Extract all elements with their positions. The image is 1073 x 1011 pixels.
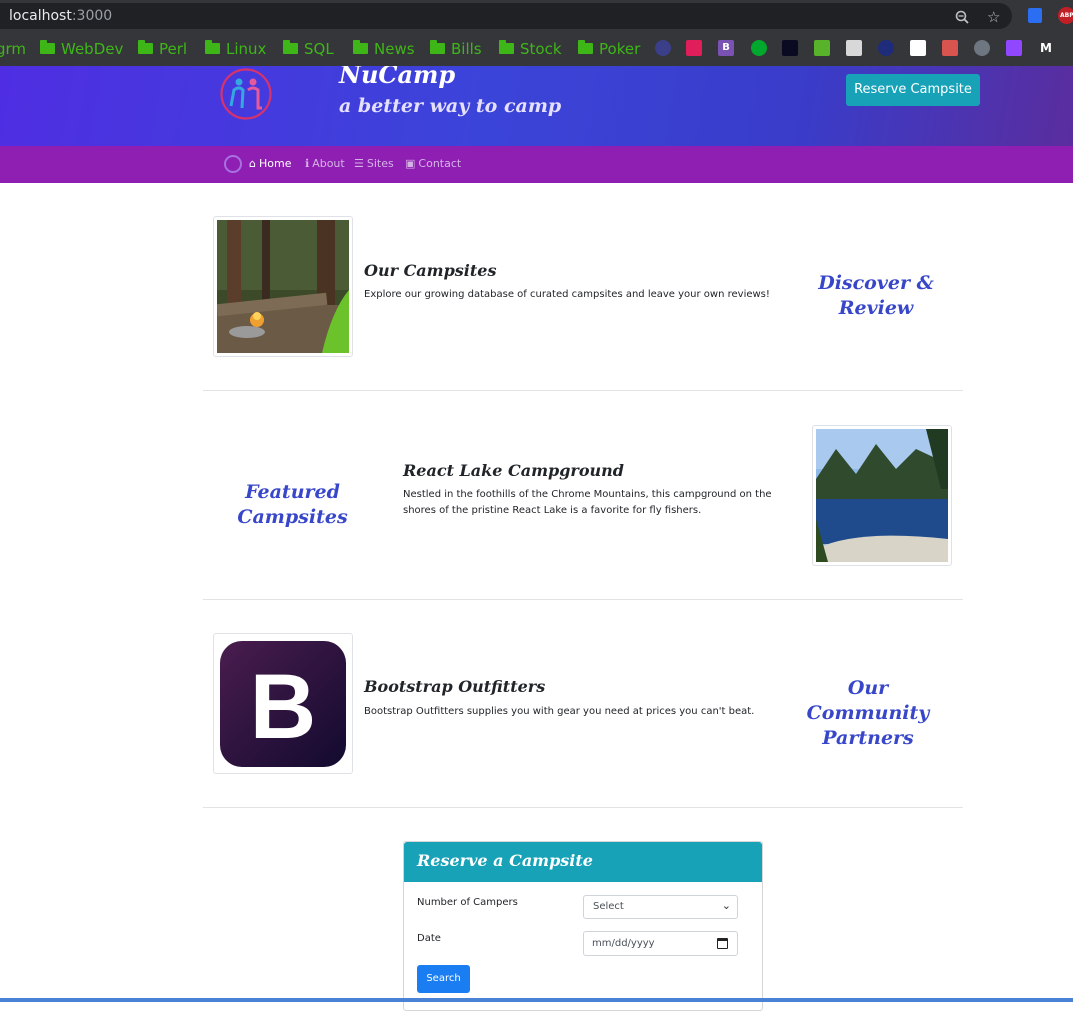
section-text: Explore our growing database of curated … (364, 289, 770, 300)
folder-icon (499, 40, 514, 54)
bookmarks-bar: grm WebDev Perl Linux SQL News Bills Sto… (0, 32, 1073, 66)
tagline: a better way to camp (339, 95, 562, 117)
card-header: Reserve a Campsite (404, 842, 762, 882)
folder-icon (353, 40, 368, 54)
list-icon: ☰ (354, 157, 364, 170)
nav-contact[interactable]: ▣ Contact (405, 157, 461, 170)
folder-icon (138, 40, 153, 54)
nav-home[interactable]: ⌂ Home (249, 157, 291, 170)
twitch-bookmark-icon[interactable] (1006, 40, 1022, 56)
bootstrap-bookmark-icon[interactable]: B (718, 40, 734, 56)
freecodecamp-bookmark-icon[interactable] (782, 40, 798, 56)
section-title: Bootstrap Outfitters (364, 677, 546, 696)
featured-campsite-image (812, 425, 952, 566)
folder-icon (283, 40, 298, 54)
bootstrap-logo-icon: B (220, 641, 346, 767)
featured-campsites-heading: Featured Campsites (237, 481, 348, 528)
campfire-photo (216, 220, 349, 353)
bookmark-folder-perl[interactable]: Perl (138, 40, 187, 58)
folder-icon (578, 40, 593, 54)
divider (203, 599, 963, 600)
divider (203, 807, 963, 808)
bookmark-folder-poker[interactable]: Poker (578, 40, 640, 58)
section-text: Nestled in the foothills of the Chrome M… (403, 489, 772, 516)
evernote-bookmark-icon[interactable] (751, 40, 767, 56)
bottom-border (0, 998, 1073, 1002)
adblock-extension-icon[interactable]: ABP (1058, 7, 1073, 24)
bookmark-folder-webdev[interactable]: WebDev (40, 40, 123, 58)
campsite-image (213, 216, 353, 357)
info-icon: ℹ (305, 157, 310, 170)
discover-review-heading: Discover & Review (818, 272, 934, 319)
reserve-campsite-button[interactable]: Reserve Campsite (846, 74, 980, 106)
extension-bookmark-icon[interactable] (878, 40, 894, 56)
address-card-icon: ▣ (405, 157, 416, 170)
card-title: Reserve a Campsite (417, 851, 593, 870)
search-button[interactable]: Search (417, 965, 470, 993)
chevron-down-icon: ⌄ (721, 899, 731, 912)
w3-bookmark-icon[interactable] (814, 40, 830, 56)
medium-bookmark-icon[interactable]: M (1038, 40, 1054, 56)
home-icon: ⌂ (249, 157, 256, 170)
section-title: Our Campsites (364, 261, 497, 280)
calendar-icon[interactable] (717, 938, 728, 949)
nucamp-bookmark-icon[interactable] (655, 40, 671, 56)
partner-logo-image: B (213, 633, 353, 774)
bookmark-folder-stock[interactable]: Stock (499, 40, 562, 58)
bookmark-folder-sql[interactable]: SQL (283, 40, 334, 58)
navbar-logo-icon[interactable] (224, 155, 242, 173)
folder-icon (430, 40, 445, 54)
folder-icon (40, 40, 55, 54)
date-input[interactable]: mm/dd/yyyy (583, 931, 738, 956)
url-text: localhost:3000 (9, 8, 113, 24)
campers-label: Number of Campers (417, 897, 518, 908)
site-header: NuCamp a better way to camp Reserve Camp… (0, 66, 1073, 146)
lake-photo (816, 429, 948, 562)
browser-toolbar: localhost:3000 ☆ ABP (0, 0, 1073, 32)
main-navbar: ⌂ Home ℹ About ☰ Sites ▣ Contact (0, 146, 1073, 183)
date-label: Date (417, 933, 441, 944)
bookmark-folder-bills[interactable]: Bills (430, 40, 482, 58)
codesandbox-bookmark-icon[interactable] (846, 40, 862, 56)
section-text: Bootstrap Outfitters supplies you with g… (364, 706, 755, 717)
section-title: React Lake Campground (403, 461, 624, 480)
svg-text:B: B (250, 656, 316, 758)
reserve-campsite-card: Reserve a Campsite Number of Campers Sel… (403, 841, 763, 1011)
divider (203, 390, 963, 391)
folder-icon (205, 40, 220, 54)
bookmark-folder-news[interactable]: News (353, 40, 415, 58)
extension-icon[interactable] (1028, 8, 1042, 23)
nucamp-logo-icon[interactable] (218, 68, 274, 120)
zoom-icon[interactable] (955, 10, 969, 24)
slack-bookmark-icon[interactable] (686, 40, 702, 56)
bookmark-star-icon[interactable]: ☆ (987, 9, 1000, 25)
campers-select[interactable]: Select ⌄ (583, 895, 738, 919)
community-partners-heading: Our Community Partners (806, 677, 930, 749)
bookmark-grm[interactable]: grm (0, 40, 26, 58)
brand-name: NuCamp (339, 66, 456, 89)
nav-sites[interactable]: ☰ Sites (354, 157, 394, 170)
dev-bookmark-icon[interactable] (910, 40, 926, 56)
github-bookmark-icon[interactable] (974, 40, 990, 56)
address-bar[interactable]: localhost:3000 ☆ (0, 3, 1012, 29)
nav-about[interactable]: ℹ About (305, 157, 345, 170)
bookmark-folder-linux[interactable]: Linux (205, 40, 266, 58)
udemy-bookmark-icon[interactable] (942, 40, 958, 56)
